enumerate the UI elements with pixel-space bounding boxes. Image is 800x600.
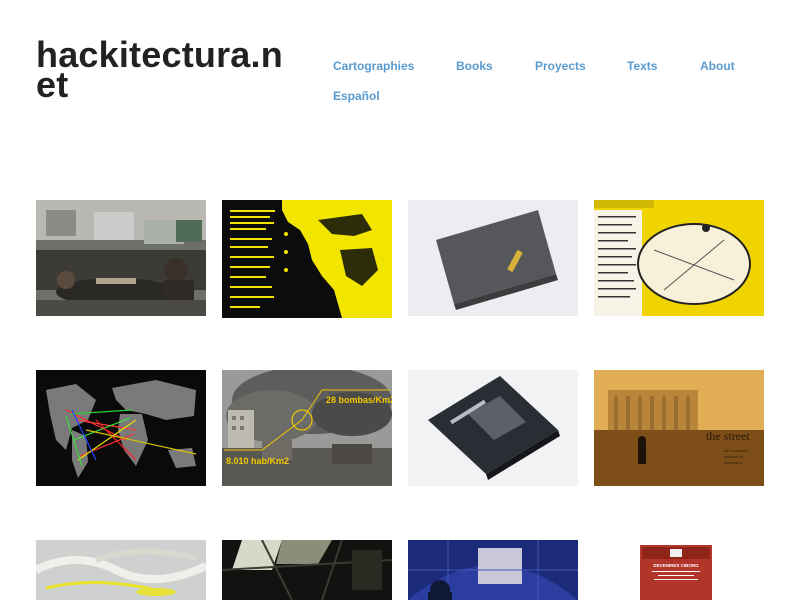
site-title[interactable]: hackitectura.net	[36, 37, 286, 103]
nav-item-proyects[interactable]: Proyects	[535, 58, 586, 74]
nav-item-books[interactable]: Books	[456, 58, 493, 74]
thumb-smoke-city-bombing[interactable]: 28 bombas/Km2 8.010 hab/Km2	[222, 370, 392, 486]
thumb-dark-dome-interior[interactable]	[222, 540, 392, 600]
thumb-book-grey-cover[interactable]	[408, 200, 578, 316]
thumb-world-map-network-lines[interactable]	[36, 370, 206, 486]
nav-item-cartographies[interactable]: Cartographies	[333, 58, 414, 74]
smoke-thumb-caption-bottom: 8.010 hab/Km2	[226, 456, 289, 466]
nav-item-about[interactable]: About	[700, 58, 735, 74]
thumb-book-dark-cover[interactable]	[408, 370, 578, 486]
nav-item-texts[interactable]: Texts	[627, 58, 657, 74]
thumb-dome-projection[interactable]	[408, 540, 578, 600]
thumb-photo-workshop-room[interactable]	[36, 200, 206, 316]
thumb-red-book-cover[interactable]: DEVENIRES CIBORG	[640, 545, 712, 600]
thumb-map-africa-yellow-black[interactable]	[222, 200, 392, 318]
street-poster-line-2: patterns of	[724, 454, 744, 459]
nav-item-espanol[interactable]: Español	[333, 88, 380, 104]
thumb-the-street-poster[interactable]: the street as a common patterns of repre…	[594, 370, 764, 486]
street-poster-line-1: as a common	[724, 448, 748, 453]
street-poster-line-3: repression	[724, 460, 743, 465]
smoke-thumb-caption-top: 28 bombas/Km2	[326, 395, 392, 405]
street-poster-title: the street	[706, 429, 750, 443]
thumb-light-sculpture[interactable]	[36, 540, 206, 600]
red-book-title: DEVENIRES CIBORG	[653, 563, 699, 568]
thumb-map-circular-yellow[interactable]	[594, 200, 764, 316]
